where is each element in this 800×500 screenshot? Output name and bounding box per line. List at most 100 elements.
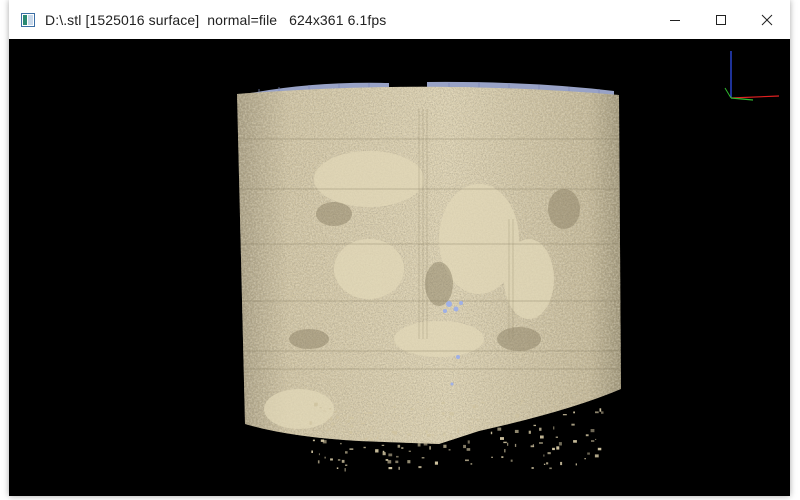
debris-speck <box>340 442 342 445</box>
debris-speck <box>341 459 345 463</box>
debris-speck <box>418 466 422 469</box>
debris-speck <box>430 434 435 436</box>
debris-speck <box>330 417 333 421</box>
debris-speck <box>328 428 331 431</box>
debris-speck <box>587 452 590 455</box>
debris-speck <box>364 412 367 415</box>
debris-speck <box>336 467 339 469</box>
debris-speck <box>344 468 346 472</box>
debris-speck <box>425 414 428 417</box>
debris-speck <box>370 426 372 429</box>
debris-speck <box>507 442 509 446</box>
debris-speck <box>417 401 420 403</box>
debris-speck <box>441 402 446 405</box>
viewer-app-icon[interactable] <box>21 12 35 27</box>
debris-speck <box>585 434 589 437</box>
debris-speck <box>432 406 436 409</box>
window-title: D:\.stl [1525016 surface] normal=file 62… <box>45 11 387 28</box>
axis-gizmo <box>724 51 780 101</box>
debris-speck <box>497 427 502 431</box>
debris-speck <box>484 423 488 425</box>
debris-speck <box>504 449 506 453</box>
debris-speck <box>336 416 339 419</box>
debris-speck <box>533 424 536 427</box>
debris-speck <box>407 433 411 436</box>
debris-speck <box>375 449 379 453</box>
debris-speck <box>450 435 453 438</box>
debris-speck <box>363 446 366 449</box>
debris-speck <box>457 429 459 434</box>
debris-speck <box>463 444 466 449</box>
maximize-button[interactable] <box>698 0 744 39</box>
debris-speck <box>401 400 406 402</box>
debris-speck <box>349 448 354 450</box>
close-button[interactable] <box>744 0 790 39</box>
debris-speck <box>472 405 476 409</box>
debris-speck <box>329 408 332 410</box>
debris-speck <box>349 416 354 420</box>
debris-speck <box>469 426 471 430</box>
debris-speck <box>393 431 398 435</box>
title-bar[interactable]: D:\.stl [1525016 surface] normal=file 62… <box>9 0 790 39</box>
debris-speck <box>476 418 479 422</box>
window-controls <box>652 0 790 39</box>
debris-speck <box>388 467 393 470</box>
viewer-window: D:\.stl [1525016 surface] normal=file 62… <box>9 0 790 496</box>
debris-speck <box>573 411 575 414</box>
debris-speck <box>397 444 401 448</box>
debris-speck <box>393 406 397 409</box>
debris-speck <box>370 438 373 441</box>
debris-speck <box>531 467 534 469</box>
debris-speck <box>402 413 404 415</box>
debris-speck <box>476 405 479 408</box>
debris-speck <box>481 401 484 403</box>
debris-speck <box>326 430 329 432</box>
debris-speck <box>421 457 425 459</box>
debris-speck <box>549 467 552 470</box>
debris-speck <box>520 402 523 404</box>
debris-speck <box>419 433 421 435</box>
debris-speck <box>595 438 597 440</box>
debris-speck <box>319 406 322 409</box>
debris-speck <box>562 414 567 416</box>
debris-speck <box>449 412 454 416</box>
debris-speck <box>573 440 577 443</box>
debris-speck <box>556 446 560 450</box>
debris-speck <box>349 431 352 435</box>
stl-surface-render <box>237 51 780 472</box>
debris-speck <box>528 430 531 434</box>
debris-speck <box>560 461 563 466</box>
debris-speck <box>361 422 365 424</box>
debris-speck <box>334 411 337 413</box>
3d-viewport[interactable] <box>9 39 790 496</box>
debris-speck <box>407 460 411 464</box>
debris-speck <box>571 423 575 426</box>
debris-speck <box>331 422 335 426</box>
debris-speck <box>417 443 421 447</box>
debris-speck <box>514 429 519 433</box>
debris-speck <box>337 459 341 461</box>
debris-speck <box>395 460 399 464</box>
debris-speck <box>323 410 327 412</box>
debris-speck <box>497 402 500 404</box>
debris-speck <box>426 434 431 437</box>
debris-speck <box>364 437 367 441</box>
debris-speck <box>514 443 517 447</box>
minimize-button[interactable] <box>652 0 698 39</box>
debris-speck <box>547 452 551 455</box>
debris-speck <box>558 442 562 446</box>
debris-speck <box>500 407 502 410</box>
debris-speck <box>584 458 586 460</box>
debris-speck <box>552 447 555 451</box>
debris-speck <box>387 460 392 464</box>
debris-speck <box>503 441 507 444</box>
debris-speck <box>367 404 370 405</box>
debris-speck <box>388 453 393 457</box>
debris-speck <box>391 420 393 423</box>
debris-speck <box>370 428 372 431</box>
debris-speck <box>408 450 411 452</box>
debris-speck <box>590 429 595 433</box>
debris-speck <box>312 439 315 442</box>
debris-speck <box>330 458 333 461</box>
debris-speck <box>490 431 493 435</box>
